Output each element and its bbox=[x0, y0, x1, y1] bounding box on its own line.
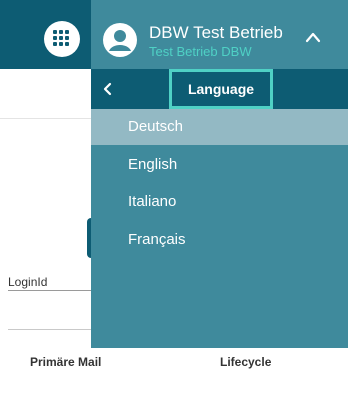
chevron-up-icon bbox=[305, 32, 321, 43]
user-avatar-icon bbox=[103, 23, 137, 57]
apps-grid-icon bbox=[53, 30, 71, 48]
back-button[interactable] bbox=[91, 69, 131, 109]
language-title-box: Language bbox=[169, 69, 273, 109]
apps-grid-button[interactable] bbox=[44, 21, 80, 57]
loginid-label: LoginId bbox=[8, 275, 48, 289]
language-menu: Language Deutsch English Italiano França… bbox=[91, 69, 348, 348]
column-header-primary-mail[interactable]: Primäre Mail bbox=[30, 355, 101, 369]
user-menu-toggle[interactable]: DBW Test Betrieb Test Betrieb DBW bbox=[91, 0, 348, 69]
column-header-lifecycle[interactable]: Lifecycle bbox=[220, 355, 271, 369]
loginid-input-underline[interactable] bbox=[8, 290, 91, 291]
row-divider bbox=[8, 329, 91, 330]
user-name: DBW Test Betrieb bbox=[149, 23, 283, 42]
tenant-name: Test Betrieb DBW bbox=[149, 44, 252, 59]
language-option-italiano[interactable]: Italiano bbox=[91, 184, 348, 220]
language-option-english[interactable]: English bbox=[91, 147, 348, 183]
page-divider bbox=[0, 118, 91, 119]
chevron-left-icon bbox=[103, 82, 112, 96]
top-bar: DBW Test Betrieb Test Betrieb DBW bbox=[0, 0, 348, 69]
language-menu-header: Language bbox=[91, 69, 348, 109]
language-menu-title: Language bbox=[187, 81, 255, 97]
language-option-francais[interactable]: Français bbox=[91, 222, 348, 258]
language-option-deutsch[interactable]: Deutsch bbox=[91, 109, 348, 145]
